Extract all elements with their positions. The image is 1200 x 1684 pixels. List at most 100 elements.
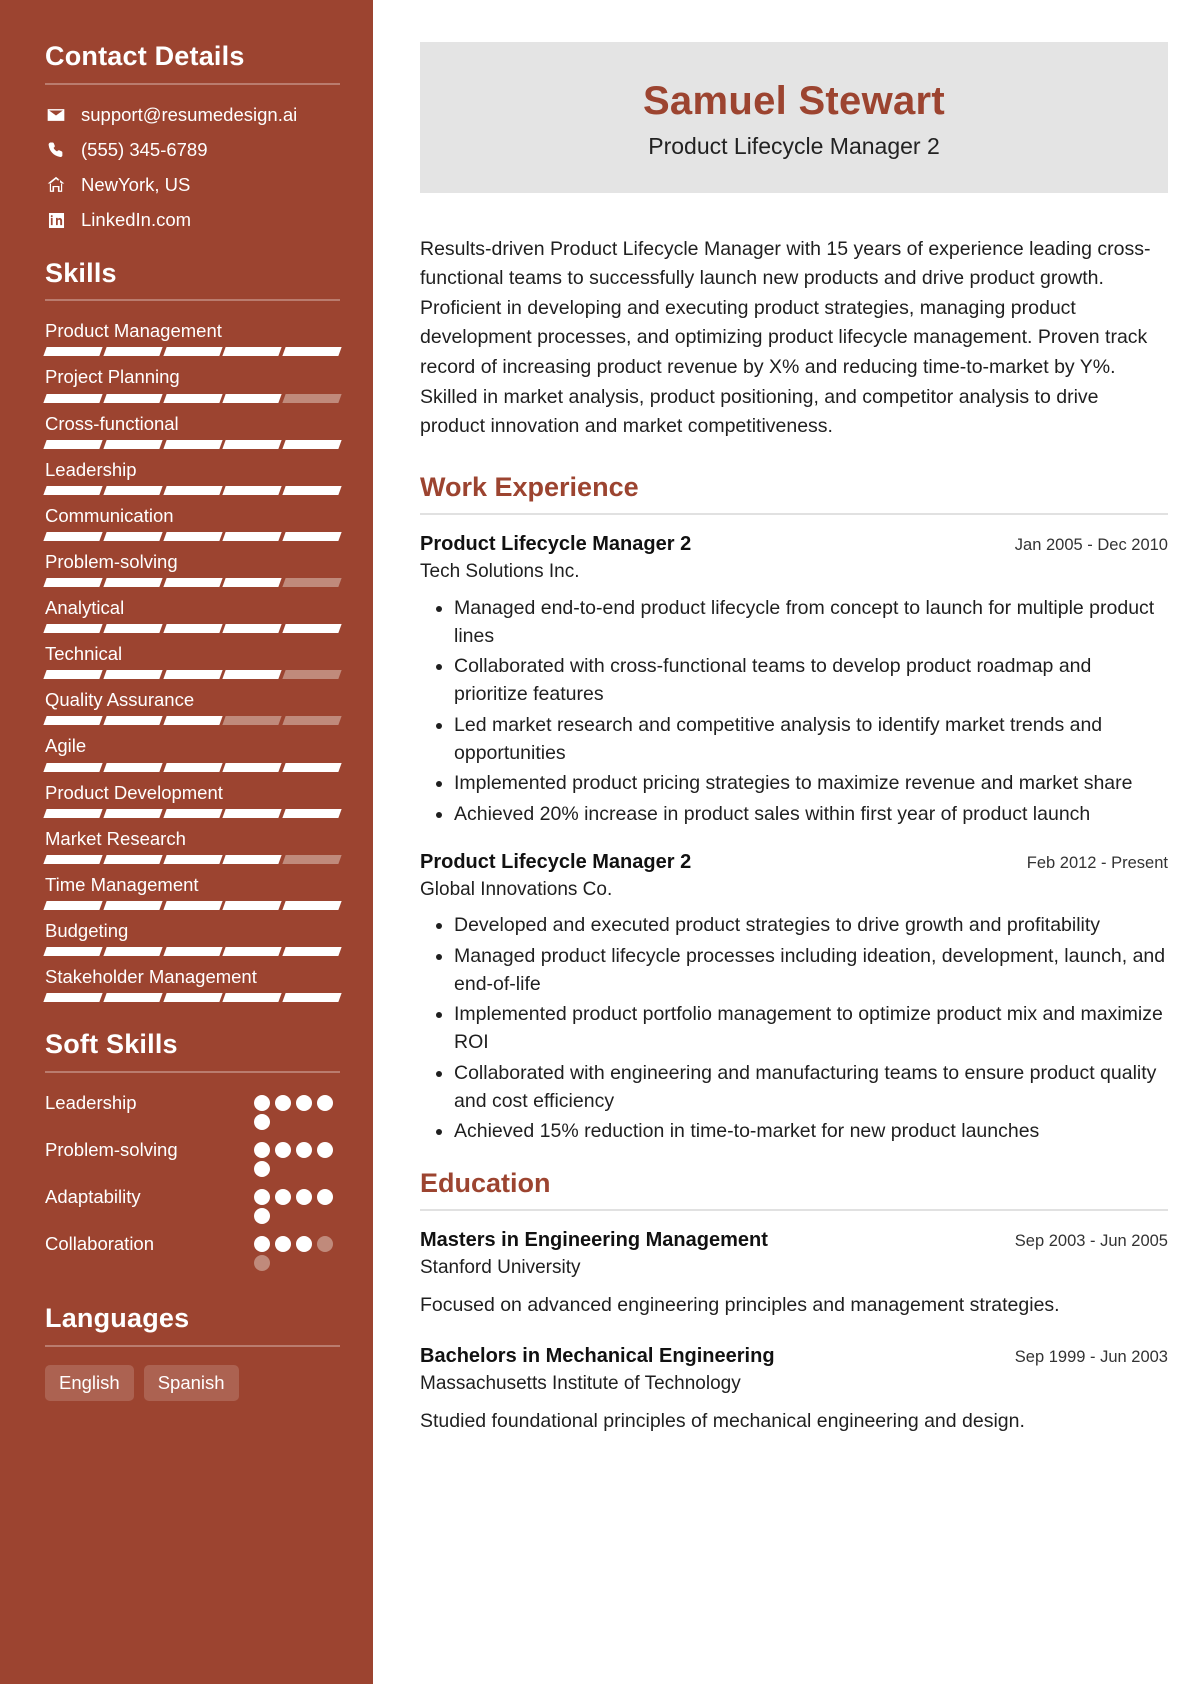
skill-bar-segment bbox=[162, 670, 223, 680]
education-divider bbox=[420, 1208, 1168, 1211]
education-entry-degree: Masters in Engineering Management bbox=[420, 1228, 768, 1251]
skill-bar-segment bbox=[103, 670, 163, 680]
skill-bar-segment bbox=[162, 393, 223, 403]
skill-level-bar bbox=[43, 439, 342, 449]
rating-dot bbox=[254, 1254, 270, 1271]
skill-level-bar bbox=[43, 670, 342, 680]
skill-level-bar bbox=[43, 485, 342, 495]
skill-item: Analytical bbox=[43, 596, 342, 634]
rating-dot bbox=[254, 1160, 270, 1177]
skill-name: Quality Assurance bbox=[45, 689, 195, 711]
skill-name: Problem-solving bbox=[45, 550, 178, 572]
work-entry: Product Lifecycle Manager 2 Feb 2012 - Pr… bbox=[420, 850, 1168, 1146]
skill-name: Cross-functional bbox=[45, 412, 179, 434]
soft-skills-list: Leadership Problem-solving Adaptability Col… bbox=[45, 1091, 340, 1274]
work-entry-bullet: Managed product lifecycle processes incl… bbox=[454, 942, 1168, 999]
skill-level-bar bbox=[43, 578, 342, 587]
skill-bar-segment bbox=[103, 716, 163, 726]
rating-dot bbox=[254, 1094, 270, 1111]
rating-dot bbox=[296, 1094, 312, 1111]
education-entry-header: Bachelors in Mechanical Engineering Sep 1… bbox=[420, 1344, 1168, 1369]
contact-item[interactable]: (555) 345-6789 bbox=[45, 138, 340, 163]
rating-dot bbox=[275, 1188, 291, 1205]
skill-item: Cross-functional bbox=[43, 412, 342, 449]
rating-dot bbox=[275, 1094, 291, 1111]
skill-item: Agile bbox=[43, 734, 342, 772]
name-header: Samuel Stewart Product Lifecycle Manager… bbox=[420, 42, 1168, 193]
education-title: Education bbox=[420, 1167, 551, 1198]
skill-bar-segment bbox=[162, 900, 223, 910]
language-tag[interactable]: Spanish bbox=[143, 1364, 239, 1401]
skill-bar-segment bbox=[103, 808, 163, 818]
rating-dot bbox=[317, 1094, 333, 1111]
work-entry-bullets: Developed and executed product strategie… bbox=[420, 911, 1168, 1145]
skill-level-bar bbox=[43, 808, 342, 818]
contact-details-title: Contact Details bbox=[45, 41, 245, 71]
skill-item: Stakeholder Management bbox=[43, 965, 342, 1003]
skill-bar-segment bbox=[222, 854, 282, 864]
skill-bar-segment bbox=[43, 900, 103, 910]
home-icon bbox=[45, 175, 67, 195]
skill-name: Market Research bbox=[45, 827, 186, 849]
education-entry-school: Massachusetts Institute of Technology bbox=[420, 1372, 741, 1394]
language-tag-list: English Spanish bbox=[45, 1364, 340, 1401]
skill-bar-segment bbox=[222, 993, 282, 1003]
rating-dot bbox=[275, 1141, 291, 1158]
work-entry-company: Tech Solutions Inc. bbox=[420, 561, 580, 583]
work-entry-bullet: Achieved 15% reduction in time-to-market… bbox=[454, 1117, 1168, 1145]
rating-dot bbox=[296, 1235, 312, 1252]
soft-skills-section: Soft Skills Leadership Problem-solving Ada… bbox=[45, 1029, 340, 1274]
soft-skill-rating bbox=[254, 1091, 340, 1133]
languages-divider bbox=[45, 1344, 340, 1347]
skill-bar-segment bbox=[103, 993, 163, 1003]
contact-item[interactable]: LinkedIn.com bbox=[45, 208, 340, 233]
education-entry-date: Sep 1999 - Jun 2003 bbox=[1014, 1347, 1168, 1366]
contact-details-section: Contact Details support@resumedesign.ai (… bbox=[45, 41, 340, 233]
work-entry-role: Product Lifecycle Manager 2 bbox=[420, 850, 692, 873]
rating-dot bbox=[317, 1188, 333, 1205]
work-entry-bullet: Implemented product pricing strategies t… bbox=[454, 769, 1168, 797]
skill-bar-segment bbox=[103, 393, 163, 403]
skill-item: Product Management bbox=[43, 319, 342, 357]
skill-bar-segment bbox=[103, 900, 163, 910]
skill-bar-segment bbox=[282, 670, 342, 680]
skill-bar-segment bbox=[43, 993, 103, 1003]
skill-bar-segment bbox=[282, 716, 342, 726]
skill-bar-segment bbox=[282, 347, 342, 357]
skill-level-bar bbox=[43, 854, 342, 864]
soft-skill-rating bbox=[254, 1232, 340, 1274]
skill-level-bar bbox=[43, 531, 342, 541]
skill-bar-segment bbox=[162, 485, 223, 495]
contact-details-divider bbox=[45, 82, 340, 85]
candidate-job-title: Product Lifecycle Manager 2 bbox=[648, 133, 940, 159]
skill-item: Project Planning bbox=[43, 365, 342, 403]
soft-skill-item: Adaptability bbox=[45, 1185, 340, 1227]
skill-bar-segment bbox=[222, 485, 282, 495]
education-entry-list: Masters in Engineering Management Sep 200… bbox=[420, 1228, 1168, 1436]
skill-bar-segment bbox=[282, 900, 342, 910]
skill-bar-segment bbox=[222, 808, 282, 818]
skill-bar-segment bbox=[282, 993, 342, 1003]
work-entry-bullets: Managed end-to-end product lifecycle fro… bbox=[420, 594, 1168, 828]
skill-bar-segment bbox=[103, 347, 163, 357]
skill-bar-segment bbox=[103, 947, 163, 956]
skill-bar-segment bbox=[43, 393, 103, 403]
skill-item: Leadership bbox=[43, 458, 342, 495]
work-entry-bullet: Collaborated with engineering and manufa… bbox=[454, 1059, 1168, 1116]
work-entry-header: Product Lifecycle Manager 2 Feb 2012 - Pr… bbox=[420, 850, 1168, 875]
skill-name: Leadership bbox=[45, 458, 137, 480]
skill-bar-segment bbox=[162, 993, 223, 1003]
skill-bar-segment bbox=[43, 854, 103, 864]
contact-item-label: LinkedIn.com bbox=[81, 208, 192, 230]
skill-name: Technical bbox=[45, 643, 123, 665]
education-entry-school: Stanford University bbox=[420, 1256, 581, 1278]
skill-bar-segment bbox=[43, 947, 103, 956]
skill-item: Communication bbox=[43, 504, 342, 541]
work-entry-bullet: Collaborated with cross-functional teams… bbox=[454, 652, 1168, 709]
contact-item[interactable]: support@resumedesign.ai bbox=[45, 103, 340, 128]
rating-dot bbox=[296, 1188, 312, 1205]
phone-icon bbox=[45, 140, 67, 160]
contact-item[interactable]: NewYork, US bbox=[45, 173, 340, 198]
skill-item: Technical bbox=[43, 642, 342, 680]
language-tag[interactable]: English bbox=[45, 1364, 134, 1401]
